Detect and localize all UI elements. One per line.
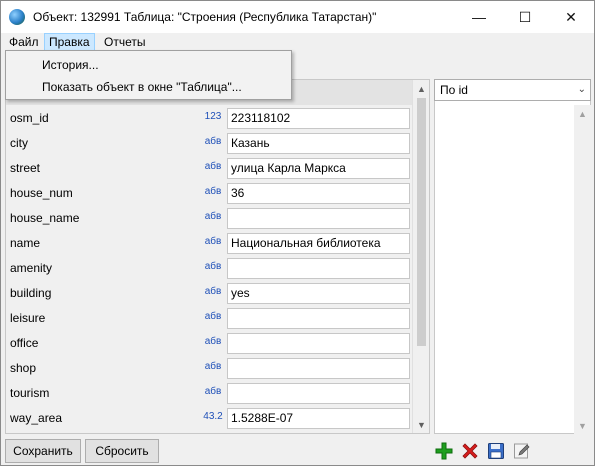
globe-icon — [9, 9, 25, 25]
list-scrollbar[interactable]: ▲ ▼ — [574, 105, 591, 434]
attribute-name: house_num — [10, 186, 73, 200]
attribute-value-field[interactable] — [227, 308, 410, 329]
title-bar: Объект: 132991 Таблица: "Строения (Респу… — [1, 1, 594, 33]
attribute-name: building — [10, 286, 52, 300]
attribute-row: amenity абв — [6, 256, 413, 281]
scroll-thumb[interactable] — [417, 98, 426, 346]
grid-scrollbar[interactable]: ▲ ▼ — [412, 80, 429, 433]
attribute-grid: osm_id 123 223118102 city абв Казань street абв… — [5, 79, 430, 434]
scroll-up-icon[interactable]: ▲ — [574, 105, 591, 122]
sort-select[interactable]: По id ⌄ — [434, 79, 591, 101]
attribute-row: way_area 43.2 1.5288E-07 — [6, 406, 413, 431]
attribute-value-field[interactable] — [227, 358, 410, 379]
attribute-name: shop — [10, 361, 37, 375]
object-window: Объект: 132991 Таблица: "Строения (Респу… — [0, 0, 595, 466]
attribute-name: name — [10, 236, 41, 250]
attribute-name: street — [10, 161, 41, 175]
field-type-badge: абв — [199, 206, 227, 231]
attribute-row: osm_id 123 223118102 — [6, 106, 413, 131]
add-icon[interactable] — [433, 439, 455, 463]
menu-item-show-in-table[interactable]: Показать объект в окне "Таблица"... — [42, 77, 242, 97]
field-type-badge: 123 — [199, 106, 227, 131]
menu-file[interactable]: Файл — [5, 33, 43, 51]
menu-item-history[interactable]: История... — [42, 55, 99, 75]
save-button[interactable]: Сохранить — [5, 439, 81, 463]
field-type-badge: абв — [199, 181, 227, 206]
attribute-row: leisure абв — [6, 306, 413, 331]
attribute-value-field[interactable]: 1.5288E-07 — [227, 408, 410, 429]
attribute-value-field[interactable]: 223118102 — [227, 108, 410, 129]
save-disk-icon[interactable] — [485, 439, 507, 463]
attribute-row: name абв Национальная библиотека — [6, 231, 413, 256]
scroll-down-icon[interactable]: ▼ — [413, 416, 429, 433]
scroll-up-icon[interactable]: ▲ — [413, 80, 429, 97]
attribute-row: city абв Казань — [6, 131, 413, 156]
attribute-value-field[interactable]: 36 — [227, 183, 410, 204]
attribute-value-field[interactable] — [227, 333, 410, 354]
attribute-name: city — [10, 136, 28, 150]
delete-icon[interactable] — [459, 439, 481, 463]
edit-pencil-icon[interactable] — [511, 439, 533, 463]
window-title: Объект: 132991 Таблица: "Строения (Респу… — [33, 10, 377, 24]
close-button[interactable]: ✕ — [548, 1, 594, 33]
attribute-value-field[interactable] — [227, 208, 410, 229]
attribute-row: house_num абв 36 — [6, 181, 413, 206]
attribute-row: building абв yes — [6, 281, 413, 306]
maximize-button[interactable]: ☐ — [502, 1, 548, 33]
attribute-value-field[interactable]: Национальная библиотека — [227, 233, 410, 254]
attribute-value-field[interactable]: улица Карла Маркса — [227, 158, 410, 179]
menu-reports[interactable]: Отчеты — [100, 33, 149, 51]
chevron-down-icon: ⌄ — [577, 84, 586, 95]
menu-bar: Файл Правка Отчеты — [1, 33, 594, 51]
attribute-name: tourism — [10, 386, 50, 400]
sort-select-value: По id — [440, 83, 468, 97]
attribute-row: office абв — [6, 331, 413, 356]
field-type-badge: абв — [199, 231, 227, 256]
attribute-row: tourism абв — [6, 381, 413, 406]
field-type-badge: абв — [199, 356, 227, 381]
object-list-panel[interactable] — [434, 79, 591, 434]
field-type-badge: абв — [199, 331, 227, 356]
field-type-badge: 43.2 — [199, 406, 227, 431]
field-type-badge: абв — [199, 256, 227, 281]
field-type-badge: абв — [199, 131, 227, 156]
field-type-badge: абв — [199, 306, 227, 331]
attribute-name: office — [10, 336, 39, 350]
attribute-name: amenity — [10, 261, 53, 275]
attribute-value-field[interactable] — [227, 258, 410, 279]
attribute-row: shop абв — [6, 356, 413, 381]
attribute-row: street абв улица Карла Маркса — [6, 156, 413, 181]
field-type-badge: абв — [199, 281, 227, 306]
attribute-name: leisure — [10, 311, 46, 325]
attribute-value-field[interactable] — [227, 383, 410, 404]
scroll-down-icon[interactable]: ▼ — [574, 417, 591, 434]
reset-button[interactable]: Сбросить — [85, 439, 159, 463]
edit-menu-dropdown: История... Показать объект в окне "Табли… — [5, 50, 292, 100]
attribute-name: way_area — [10, 411, 63, 425]
attribute-name: osm_id — [10, 111, 49, 125]
menu-edit[interactable]: Правка — [44, 33, 95, 51]
attribute-row: house_name абв — [6, 206, 413, 231]
field-type-badge: абв — [199, 381, 227, 406]
attribute-name: house_name — [10, 211, 80, 225]
attribute-value-field[interactable]: Казань — [227, 133, 410, 154]
attribute-value-field[interactable]: yes — [227, 283, 410, 304]
minimize-button[interactable]: — — [456, 1, 502, 33]
field-type-badge: абв — [199, 156, 227, 181]
